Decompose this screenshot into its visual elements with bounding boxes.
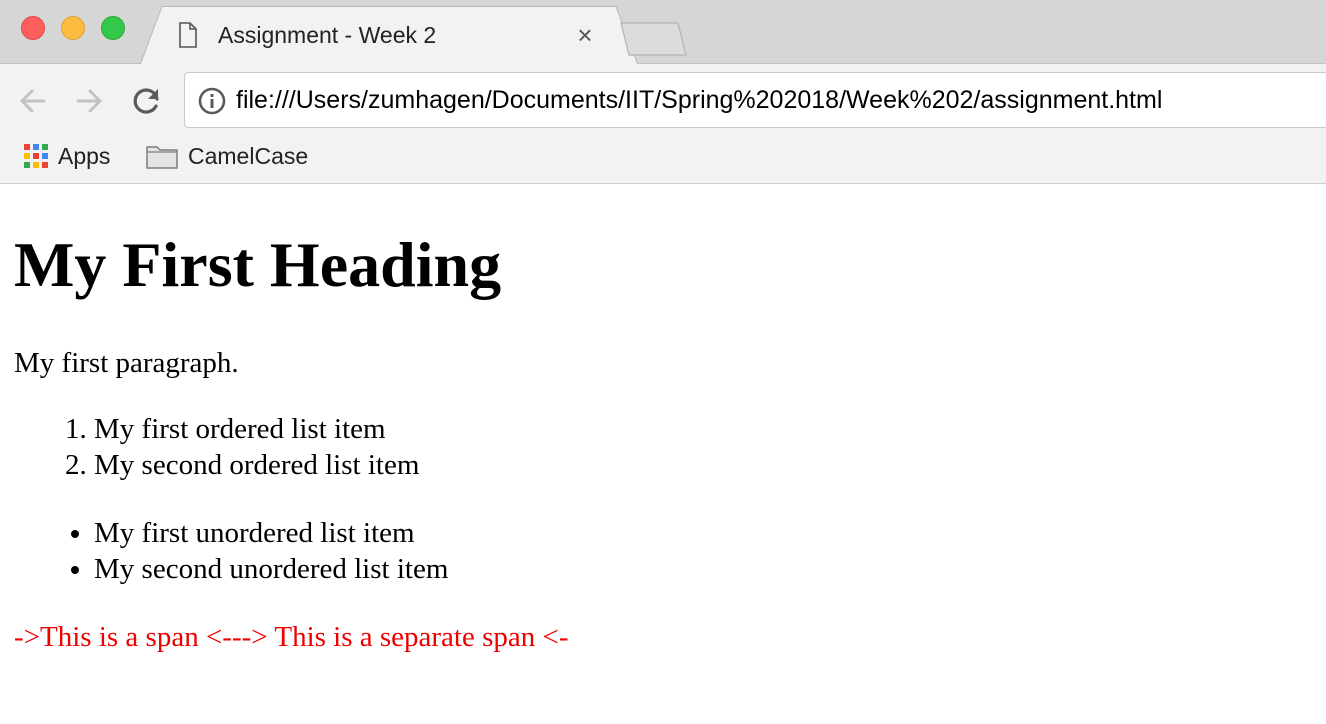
browser-toolbar: file:///Users/zumhagen/Documents/IIT/Spr… xyxy=(0,64,1326,132)
second-span: --> This is a separate span <- xyxy=(231,621,569,653)
info-icon[interactable] xyxy=(197,86,227,116)
forward-arrow-icon[interactable] xyxy=(72,84,106,118)
page-content: My First Heading My first paragraph. My … xyxy=(0,185,1326,724)
first-span: ->This is a span <- xyxy=(14,621,232,653)
span-line: ->This is a span <---> This is a separat… xyxy=(14,619,569,655)
folder-icon xyxy=(146,146,178,169)
ordered-list-item: My second ordered list item xyxy=(94,447,419,483)
apps-grid-icon xyxy=(24,144,48,168)
apps-grid-dot xyxy=(42,153,48,159)
apps-grid-dot xyxy=(24,144,30,150)
apps-grid-dot xyxy=(33,144,39,150)
apps-grid-dot xyxy=(42,144,48,150)
bookmark-camelcase[interactable]: CamelCase xyxy=(146,140,308,172)
ordered-list: My first ordered list item My second ord… xyxy=(94,411,419,483)
apps-grid-dot xyxy=(33,162,39,168)
bookmark-apps[interactable]: Apps xyxy=(24,140,110,172)
bookmarks-bar: Apps CamelCase xyxy=(0,132,1326,184)
apps-grid-dot xyxy=(24,162,30,168)
tab-close-icon[interactable]: × xyxy=(572,22,598,48)
unordered-list-item: My second unordered list item xyxy=(94,551,448,587)
bookmark-label: Apps xyxy=(58,142,111,169)
page-paragraph: My first paragraph. xyxy=(14,347,239,379)
url-text[interactable]: file:///Users/zumhagen/Documents/IIT/Spr… xyxy=(236,84,1162,116)
unordered-list: My first unordered list item My second u… xyxy=(94,515,448,587)
apps-grid-dot xyxy=(33,153,39,159)
close-window-button[interactable] xyxy=(21,16,45,40)
new-tab-button[interactable] xyxy=(620,22,688,56)
ordered-list-item: My first ordered list item xyxy=(94,411,419,447)
page-heading: My First Heading xyxy=(14,229,502,300)
unordered-list-item: My first unordered list item xyxy=(94,515,448,551)
back-arrow-icon[interactable] xyxy=(16,84,50,118)
bookmark-label: CamelCase xyxy=(188,142,309,169)
tab-strip: Assignment - Week 2 × xyxy=(0,0,1326,65)
apps-grid-dot xyxy=(24,153,30,159)
document-icon xyxy=(179,22,197,48)
tab-title: Assignment - Week 2 xyxy=(218,22,437,48)
reload-icon[interactable] xyxy=(130,84,164,118)
apps-grid-dot xyxy=(42,162,48,168)
minimize-window-button[interactable] xyxy=(61,16,85,40)
zoom-window-button[interactable] xyxy=(101,16,125,40)
address-bar[interactable]: file:///Users/zumhagen/Documents/IIT/Spr… xyxy=(184,72,1326,128)
